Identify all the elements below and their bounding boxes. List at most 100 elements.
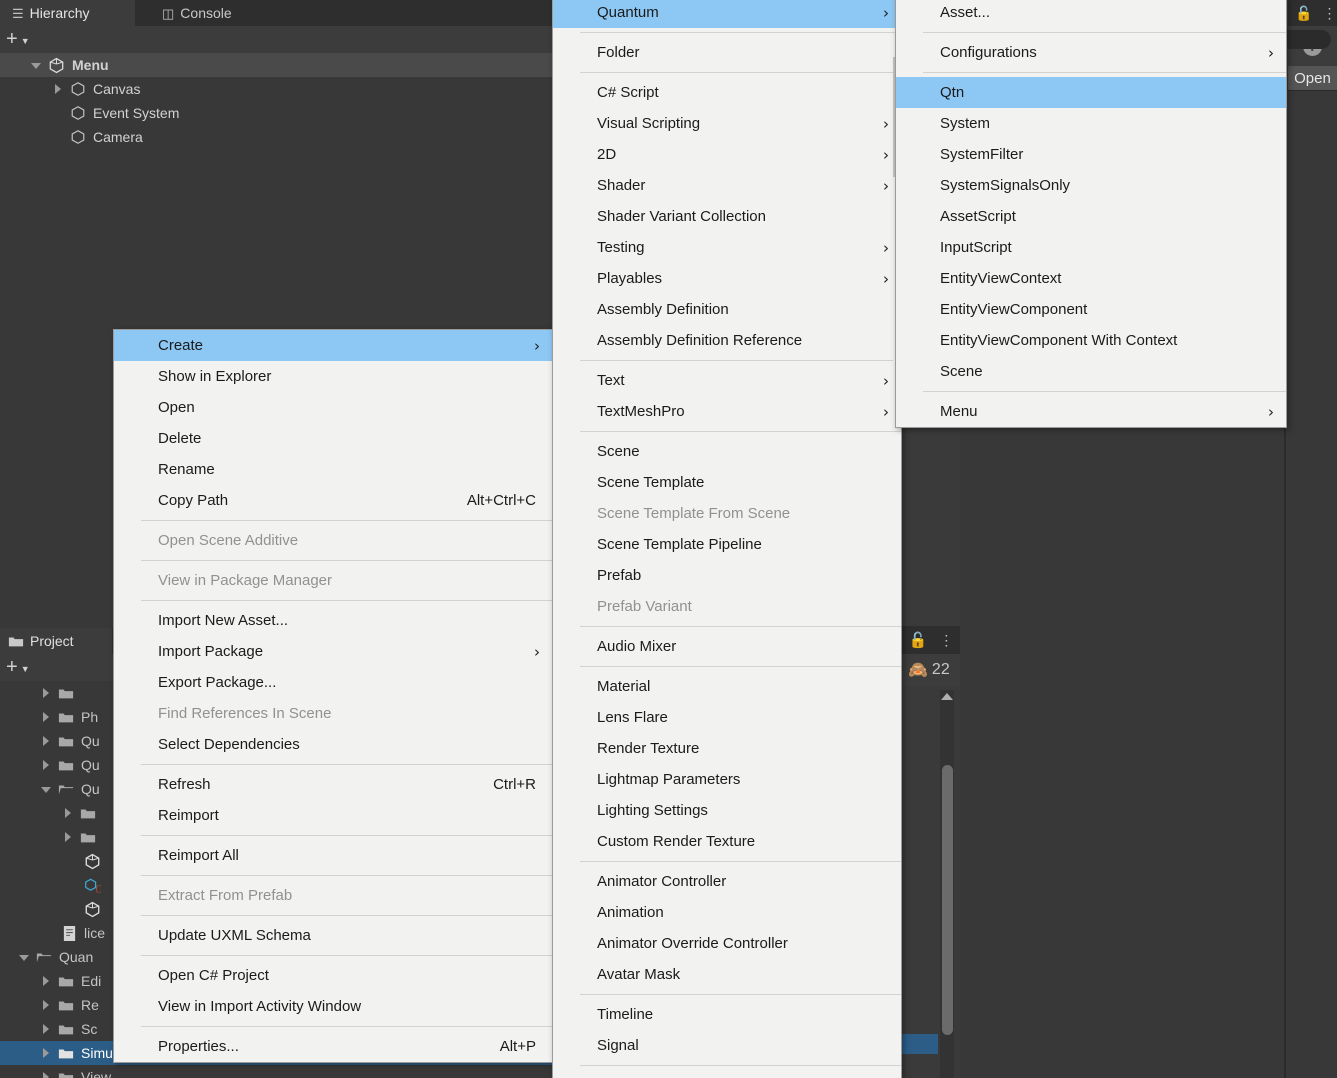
- chevron-right-icon[interactable]: [40, 999, 52, 1011]
- chevron-down-icon[interactable]: [40, 783, 52, 795]
- create-item-shader-variant-collection[interactable]: Shader Variant Collection: [553, 201, 901, 232]
- create-item-custom-render-texture[interactable]: Custom Render Texture: [553, 826, 901, 857]
- create-item-animator-controller[interactable]: Animator Controller: [553, 866, 901, 897]
- create-item-visual-scripting[interactable]: Visual Scripting ›: [553, 108, 901, 139]
- hierarchy-row-label: Canvas: [93, 81, 141, 97]
- create-item-timeline[interactable]: Timeline: [553, 999, 901, 1030]
- create-item-prefab[interactable]: Prefab: [553, 560, 901, 591]
- menu-item-label: InputScript: [940, 239, 1012, 256]
- quantum-item-inputscript[interactable]: InputScript: [896, 232, 1286, 263]
- quantum-item-configurations[interactable]: Configurations ›: [896, 37, 1286, 68]
- quantum-submenu[interactable]: Asset... Configurations › Qtn System SystemFi…: [895, 0, 1287, 428]
- tab-console[interactable]: ◫ Console: [150, 0, 270, 26]
- create-item-assembly-definition-reference[interactable]: Assembly Definition Reference: [553, 325, 901, 356]
- hierarchy-row-camera[interactable]: Camera: [0, 125, 552, 149]
- chevron-right-icon[interactable]: [40, 687, 52, 699]
- hierarchy-row-menu[interactable]: Menu: [0, 53, 552, 77]
- create-item-scene-template[interactable]: Scene Template: [553, 467, 901, 498]
- menu-item-show-in-explorer[interactable]: Show in Explorer: [114, 361, 552, 392]
- unlock-icon[interactable]: 🔓: [909, 631, 928, 649]
- create-item-lens-flare[interactable]: Lens Flare: [553, 702, 901, 733]
- create-item-animator-override-controller[interactable]: Animator Override Controller: [553, 928, 901, 959]
- quantum-item-entityviewcomponent[interactable]: EntityViewComponent: [896, 294, 1286, 325]
- kebab-menu-icon[interactable]: ⋮: [1322, 6, 1336, 20]
- chevron-down-icon[interactable]: [30, 59, 42, 71]
- chevron-right-icon[interactable]: [62, 831, 74, 843]
- chevron-right-icon[interactable]: [62, 807, 74, 819]
- chevron-right-icon[interactable]: [40, 1023, 52, 1035]
- hierarchy-add-button[interactable]: + ▼: [6, 29, 30, 49]
- hierarchy-row-event-system[interactable]: Event System: [0, 101, 552, 125]
- chevron-down-icon[interactable]: [18, 951, 30, 963]
- create-item-scene-template-pipeline[interactable]: Scene Template Pipeline: [553, 529, 901, 560]
- chevron-right-icon[interactable]: [52, 83, 64, 95]
- quantum-item-asset[interactable]: Asset...: [896, 0, 1286, 28]
- create-item-assembly-definition[interactable]: Assembly Definition: [553, 294, 901, 325]
- quantum-item-qtn[interactable]: Qtn: [896, 77, 1286, 108]
- quantum-item-entityviewcomponent-with-context[interactable]: EntityViewComponent With Context: [896, 325, 1286, 356]
- quantum-item-entityviewcontext[interactable]: EntityViewContext: [896, 263, 1286, 294]
- eye-off-icon[interactable]: 🙈: [908, 660, 928, 680]
- scene-scrollbar-thumb[interactable]: [942, 765, 953, 1035]
- menu-item-copy-path[interactable]: Copy Path Alt+Ctrl+C: [114, 485, 552, 516]
- create-item-folder[interactable]: Folder: [553, 37, 901, 68]
- menu-item-export-package[interactable]: Export Package...: [114, 667, 552, 698]
- kebab-menu-icon[interactable]: ⋮: [939, 633, 953, 647]
- quantum-item-scene[interactable]: Scene: [896, 356, 1286, 387]
- chevron-right-icon[interactable]: [40, 711, 52, 723]
- create-item-signal[interactable]: Signal: [553, 1030, 901, 1061]
- menu-item-rename[interactable]: Rename: [114, 454, 552, 485]
- quantum-item-assetscript[interactable]: AssetScript: [896, 201, 1286, 232]
- create-item-textmeshpro[interactable]: TextMeshPro ›: [553, 396, 901, 427]
- create-item-testing[interactable]: Testing ›: [553, 232, 901, 263]
- create-item-physic-material[interactable]: Physic Material: [553, 1070, 901, 1078]
- create-item-2d[interactable]: 2D ›: [553, 139, 901, 170]
- create-item-audio-mixer[interactable]: Audio Mixer: [553, 631, 901, 662]
- open-button[interactable]: Open: [1288, 66, 1337, 90]
- chevron-right-icon[interactable]: [40, 975, 52, 987]
- chevron-right-icon[interactable]: [40, 735, 52, 747]
- scroll-up-arrow-icon[interactable]: [941, 693, 953, 700]
- create-item-render-texture[interactable]: Render Texture: [553, 733, 901, 764]
- create-item-quantum[interactable]: Quantum ›: [553, 0, 901, 28]
- hierarchy-row-canvas[interactable]: Canvas: [0, 77, 552, 101]
- quantum-item-systemfilter[interactable]: SystemFilter: [896, 139, 1286, 170]
- create-item-material[interactable]: Material: [553, 671, 901, 702]
- chevron-right-icon: ›: [1268, 43, 1274, 62]
- quantum-item-menu[interactable]: Menu ›: [896, 396, 1286, 427]
- tab-hierarchy[interactable]: ☰ Hierarchy: [0, 0, 135, 26]
- chevron-right-icon[interactable]: [40, 759, 52, 771]
- create-item-c-script[interactable]: C# Script: [553, 77, 901, 108]
- menu-item-open[interactable]: Open: [114, 392, 552, 423]
- menu-item-import-new-asset[interactable]: Import New Asset...: [114, 605, 552, 636]
- menu-item-view-in-import-activity-window[interactable]: View in Import Activity Window: [114, 991, 552, 1022]
- create-item-playables[interactable]: Playables ›: [553, 263, 901, 294]
- menu-item-reimport-all[interactable]: Reimport All: [114, 840, 552, 871]
- asset-context-menu[interactable]: Create › Show in Explorer Open Delete Rename C…: [113, 329, 553, 1063]
- menu-item-reimport[interactable]: Reimport: [114, 800, 552, 831]
- quantum-item-system[interactable]: System: [896, 108, 1286, 139]
- chevron-right-icon[interactable]: [40, 1071, 52, 1078]
- chevron-right-icon[interactable]: [40, 1047, 52, 1059]
- create-item-shader[interactable]: Shader ›: [553, 170, 901, 201]
- menu-item-import-package[interactable]: Import Package ›: [114, 636, 552, 667]
- menu-item-refresh[interactable]: Refresh Ctrl+R: [114, 769, 552, 800]
- menu-item-open-c-project[interactable]: Open C# Project: [114, 960, 552, 991]
- quantum-item-systemsignalsonly[interactable]: SystemSignalsOnly: [896, 170, 1286, 201]
- create-item-animation[interactable]: Animation: [553, 897, 901, 928]
- create-item-lightmap-parameters[interactable]: Lightmap Parameters: [553, 764, 901, 795]
- create-item-lighting-settings[interactable]: Lighting Settings: [553, 795, 901, 826]
- create-item-scene[interactable]: Scene: [553, 436, 901, 467]
- create-item-text[interactable]: Text ›: [553, 365, 901, 396]
- tab-project[interactable]: Project: [0, 628, 112, 654]
- project-add-button[interactable]: + ▼: [6, 657, 30, 677]
- list-item[interactable]: View: [0, 1065, 552, 1078]
- menu-item-select-dependencies[interactable]: Select Dependencies: [114, 729, 552, 760]
- menu-item-update-uxml-schema[interactable]: Update UXML Schema: [114, 920, 552, 951]
- menu-item-delete[interactable]: Delete: [114, 423, 552, 454]
- unlock-icon[interactable]: 🔓: [1295, 5, 1312, 22]
- create-submenu[interactable]: Quantum › Folder C# Script Visual Scripting ›…: [552, 0, 902, 1078]
- menu-item-create[interactable]: Create ›: [114, 330, 552, 361]
- menu-item-properties[interactable]: Properties... Alt+P: [114, 1031, 552, 1062]
- create-item-avatar-mask[interactable]: Avatar Mask: [553, 959, 901, 990]
